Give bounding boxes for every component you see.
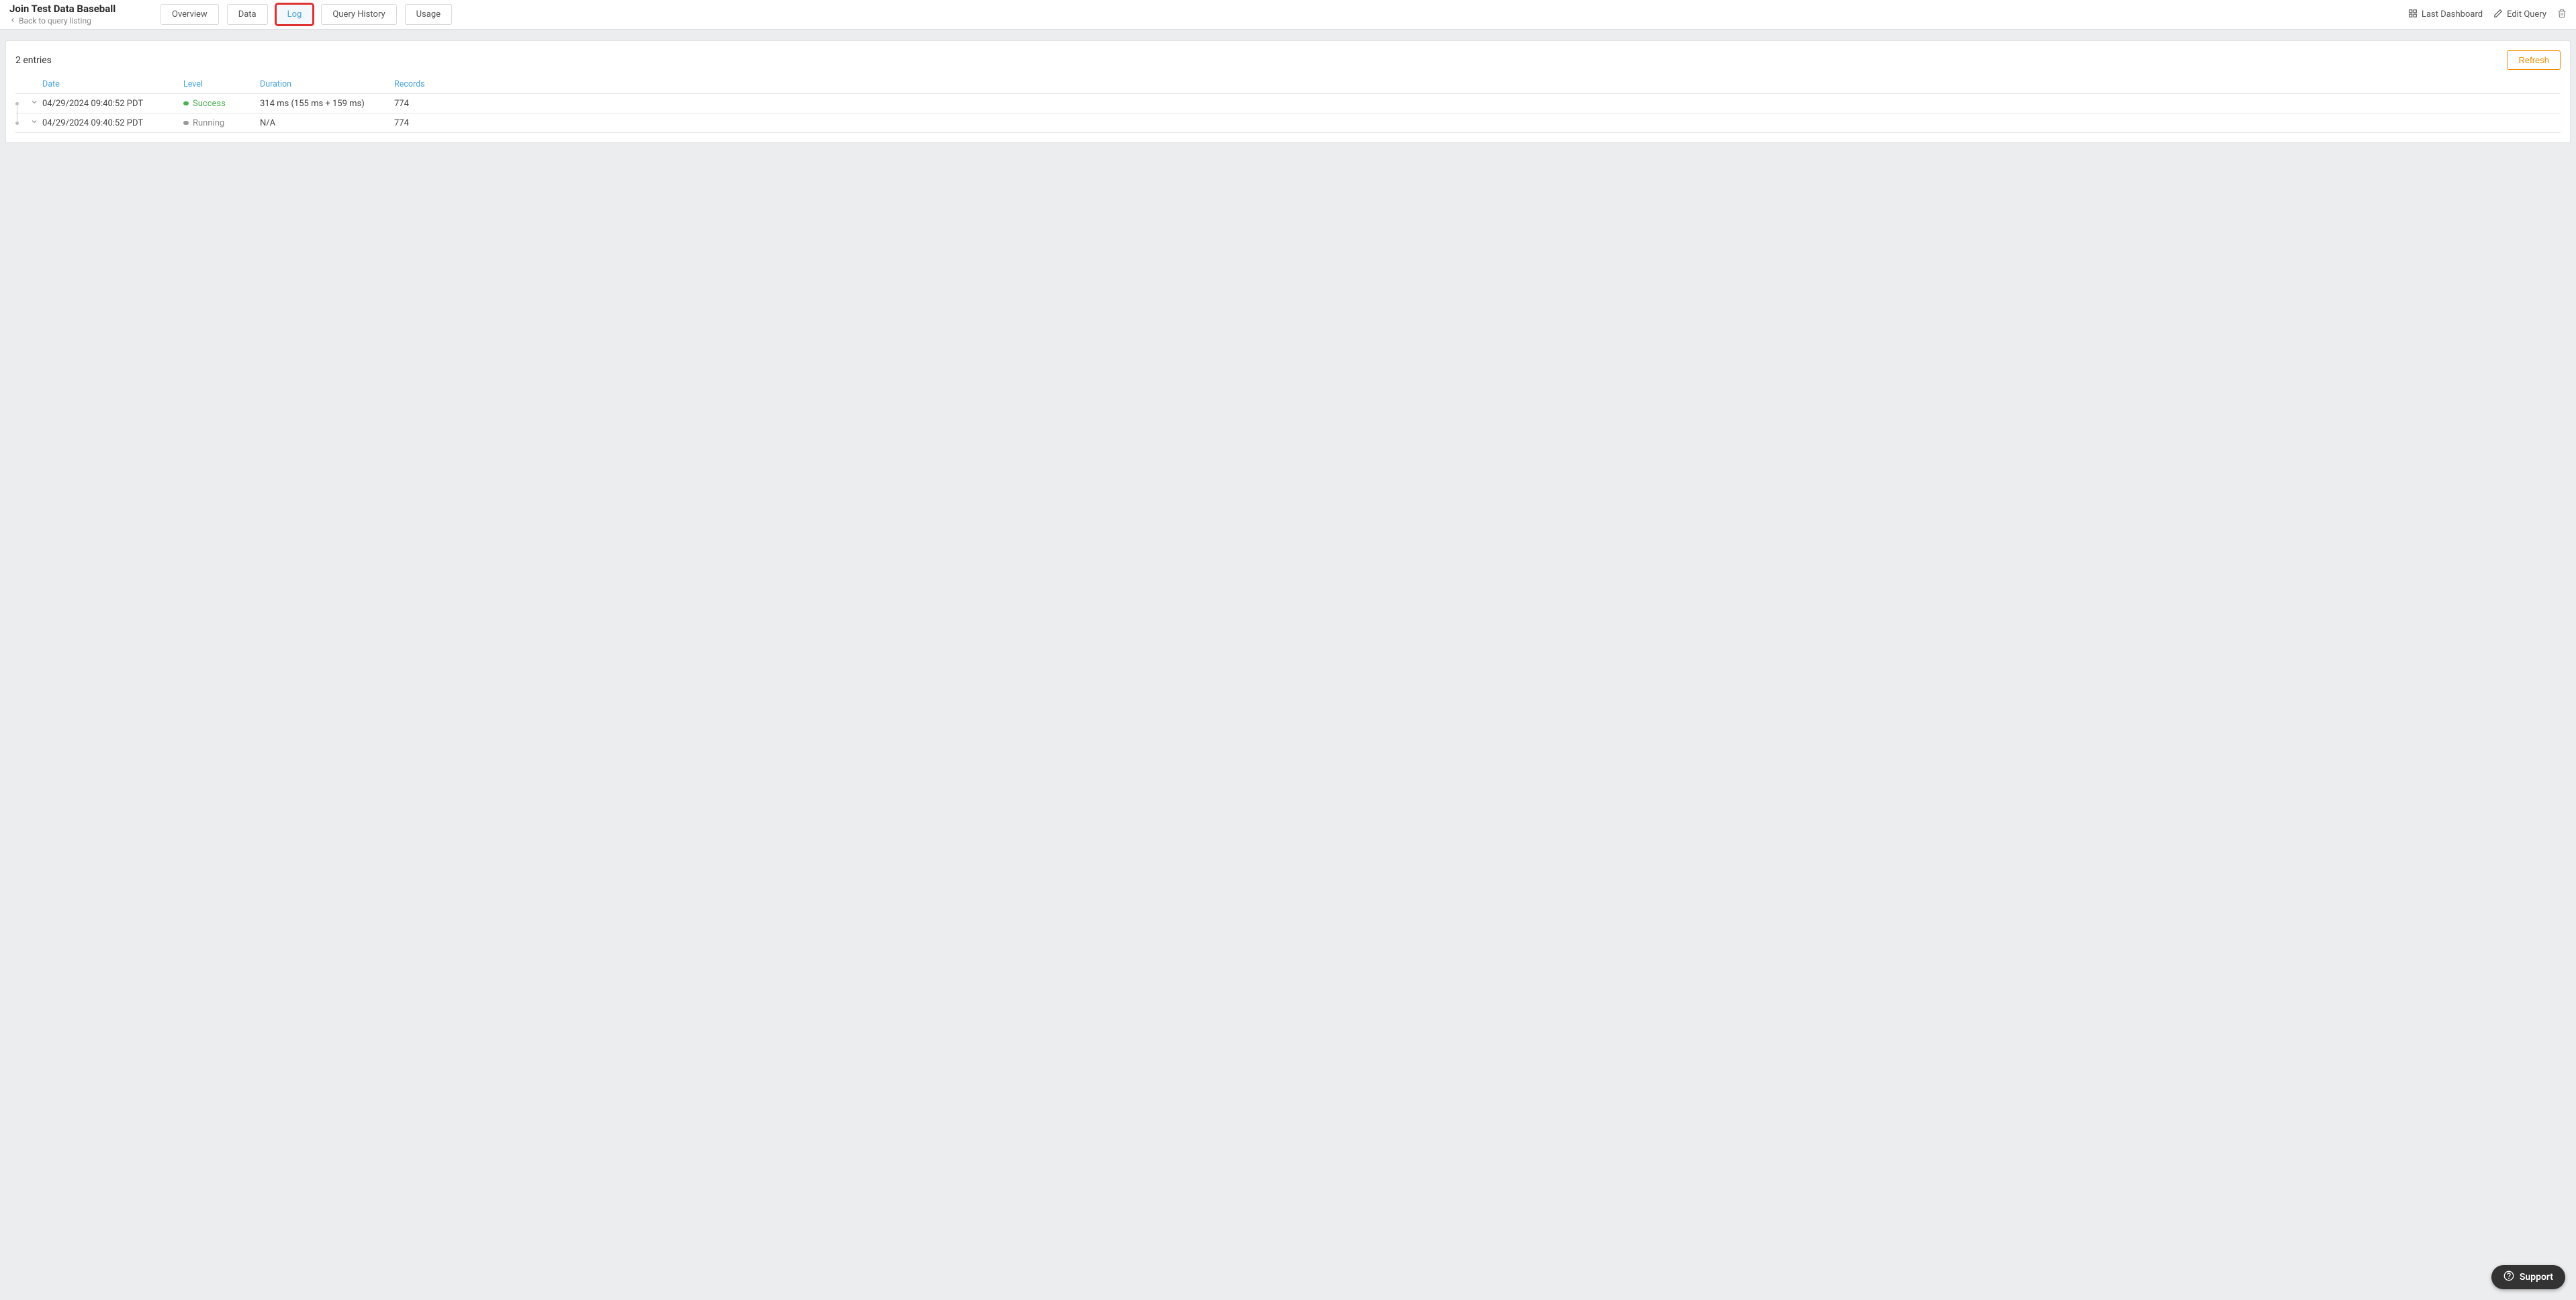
log-level-cell: Running [183, 118, 260, 128]
tab-query-history[interactable]: Query History [321, 4, 396, 25]
dashboard-icon [2408, 9, 2418, 21]
log-card: 2 entries Refresh Date Level Duration Re… [5, 40, 2571, 143]
tab-data[interactable]: Data [227, 4, 268, 25]
row-expand-toggle[interactable] [30, 118, 42, 128]
log-table-body: 04/29/2024 09:40:52 PDT Success 314 ms (… [15, 93, 2561, 133]
log-level-text: Success [193, 99, 226, 109]
log-records-cell: 774 [394, 99, 2561, 109]
page-title: Join Test Data Baseball [9, 3, 154, 15]
page-header: Join Test Data Baseball Back to query li… [0, 0, 2576, 30]
support-label: Support [2520, 1272, 2553, 1283]
last-dashboard-label: Last Dashboard [2422, 9, 2483, 19]
tab-overview[interactable]: Overview [160, 4, 219, 25]
log-records-cell: 774 [394, 118, 2561, 128]
column-header-records[interactable]: Records [394, 79, 2561, 89]
log-level-cell: Success [183, 99, 260, 109]
content-area: 2 entries Refresh Date Level Duration Re… [0, 30, 2576, 154]
support-button[interactable]: Support [2491, 1265, 2565, 1289]
tab-log[interactable]: Log [276, 4, 314, 25]
help-circle-icon [2503, 1270, 2514, 1284]
chevron-down-icon [30, 98, 38, 109]
edit-query-button[interactable]: Edit Query [2493, 9, 2546, 21]
back-link-label: Back to query listing [19, 16, 91, 26]
timeline-dot-icon [15, 122, 19, 125]
table-row: 04/29/2024 09:40:52 PDT Running N/A 774 [15, 113, 2561, 133]
table-row: 04/29/2024 09:40:52 PDT Success 314 ms (… [15, 93, 2561, 113]
pencil-icon [2493, 9, 2503, 21]
timeline-cell [15, 118, 30, 128]
log-table-head: Date Level Duration Records [15, 79, 2561, 93]
log-duration-cell: 314 ms (155 ms + 159 ms) [260, 99, 394, 109]
column-header-level[interactable]: Level [183, 79, 260, 89]
edit-query-label: Edit Query [2507, 9, 2546, 19]
tab-usage[interactable]: Usage [405, 4, 452, 25]
chevron-left-icon [9, 16, 19, 26]
log-level-text: Running [193, 118, 224, 128]
last-dashboard-button[interactable]: Last Dashboard [2408, 9, 2483, 21]
header-title-group: Join Test Data Baseball Back to query li… [9, 3, 154, 26]
column-header-date[interactable]: Date [42, 79, 183, 89]
status-dot-icon [183, 101, 189, 105]
header-actions: Last Dashboard Edit Query [2408, 9, 2567, 21]
column-header-duration[interactable]: Duration [260, 79, 394, 89]
trash-icon [2557, 9, 2567, 21]
refresh-button[interactable]: Refresh [2507, 50, 2561, 70]
delete-button[interactable] [2557, 9, 2567, 21]
timeline-cell [15, 98, 30, 109]
entries-count: 2 entries [15, 55, 52, 66]
log-date-cell: 04/29/2024 09:40:52 PDT [42, 99, 183, 109]
chevron-down-icon [30, 118, 38, 128]
log-card-header: 2 entries Refresh [15, 50, 2561, 70]
tabs-list: Overview Data Log Query History Usage [160, 4, 452, 25]
status-dot-icon [183, 121, 189, 125]
log-duration-cell: N/A [260, 118, 394, 128]
log-table: Date Level Duration Records 04 [15, 79, 2561, 133]
back-to-query-listing-link[interactable]: Back to query listing [9, 16, 154, 26]
row-expand-toggle[interactable] [30, 98, 42, 109]
log-date-cell: 04/29/2024 09:40:52 PDT [42, 118, 183, 128]
